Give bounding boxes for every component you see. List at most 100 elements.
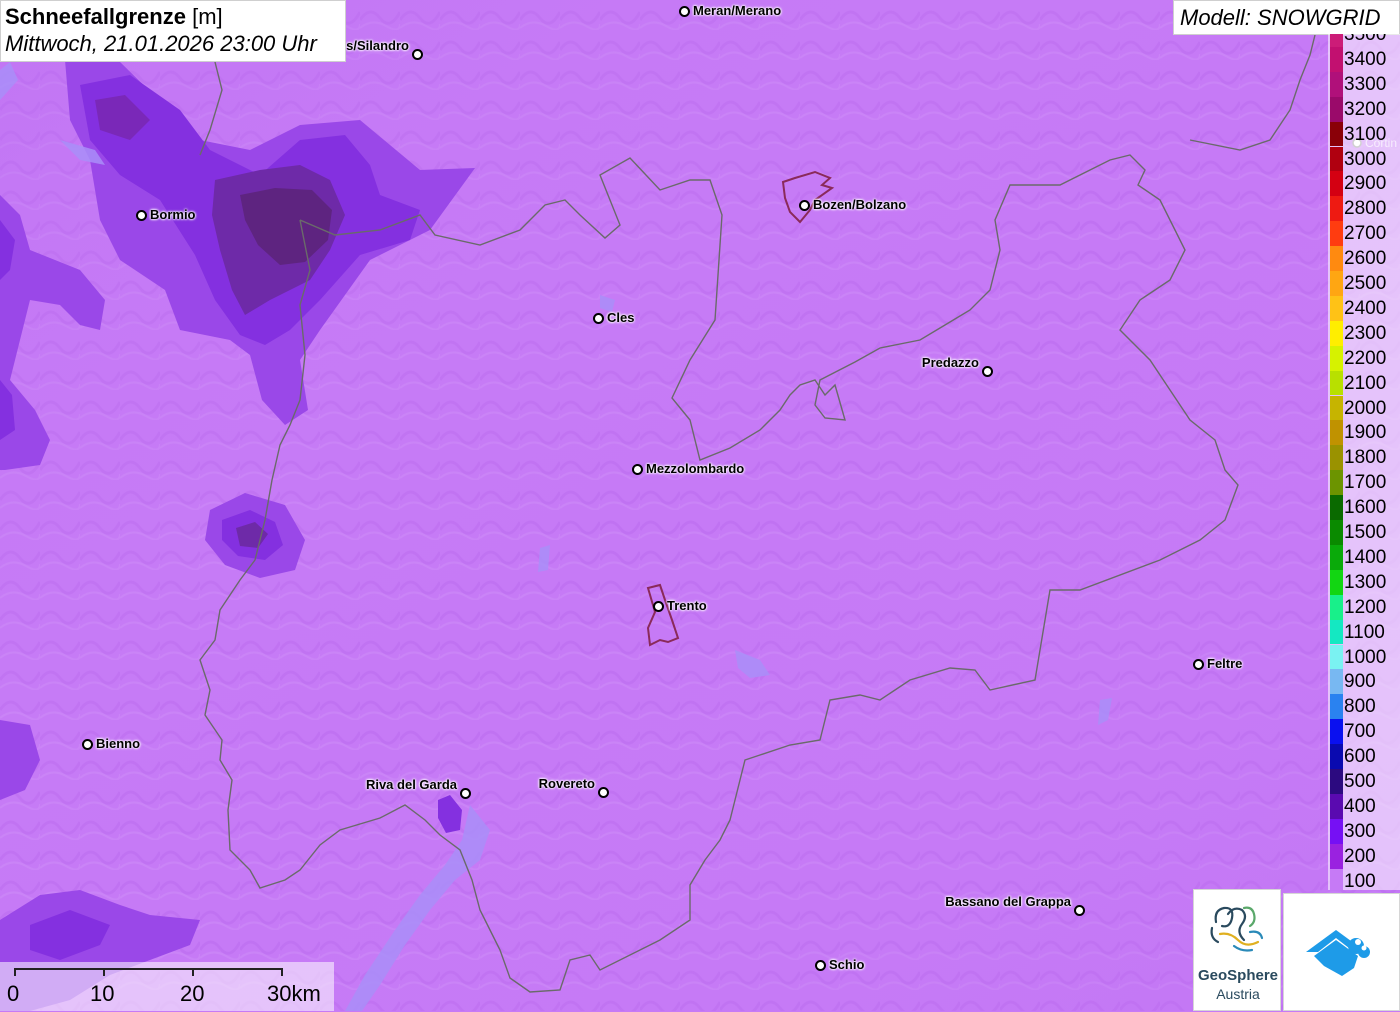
legend-row: 300 <box>1328 818 1400 844</box>
legend-row: 3400 <box>1328 46 1400 72</box>
city-dot-bassano-del-grappa <box>1074 905 1085 916</box>
legend-swatch <box>1330 769 1343 794</box>
city-label-s-silandro: s/Silandro <box>346 38 409 53</box>
legend-swatch <box>1330 594 1343 620</box>
legend-swatch <box>1330 868 1343 890</box>
city-label-bozen-bolzano: Bozen/Bolzano <box>813 197 907 212</box>
legend-label: 2300 <box>1344 322 1387 344</box>
legend-row: 1500 <box>1328 520 1400 545</box>
legend-swatch <box>1330 370 1343 396</box>
scale-tick <box>14 968 16 976</box>
city-dot-trento <box>653 601 664 612</box>
legend-swatch <box>1330 345 1343 371</box>
legend-label: 2100 <box>1344 372 1387 394</box>
scale-line <box>14 968 283 970</box>
legend-row: 500 <box>1328 769 1400 794</box>
legend-row: 2600 <box>1328 246 1400 271</box>
legend-label: 1100 <box>1344 621 1385 643</box>
legend-label: 900 <box>1344 671 1376 693</box>
legend-label: 1700 <box>1344 472 1387 494</box>
legend-row: 3100 <box>1328 121 1400 147</box>
legend-swatch <box>1330 171 1343 197</box>
legend-row: 600 <box>1328 744 1400 769</box>
snowgrid-arrow-icon <box>1306 930 1370 976</box>
legend-row: 3500 <box>1328 34 1400 47</box>
legend-label: 2000 <box>1344 397 1387 419</box>
legend-label: 1400 <box>1344 546 1387 568</box>
legend-swatch <box>1330 71 1343 97</box>
legend-label: 3100 <box>1344 123 1387 145</box>
legend-label: 400 <box>1344 795 1376 817</box>
scale-label-10: 10 <box>90 981 115 1006</box>
legend-row: 2100 <box>1328 370 1400 396</box>
city-dot-bormio <box>136 210 147 221</box>
legend-label: 200 <box>1344 845 1376 867</box>
legend-row: 1000 <box>1328 644 1400 670</box>
geosphere-name: GeoSphere <box>1197 967 1279 984</box>
legend-swatch <box>1330 295 1343 321</box>
legend-swatch <box>1330 520 1343 545</box>
legend-label: 700 <box>1344 721 1376 743</box>
city-label-bassano-del-grappa: Bassano del Grappa <box>945 894 1071 909</box>
legend-label: 3000 <box>1344 148 1387 170</box>
legend-label: 2400 <box>1344 297 1387 319</box>
legend-swatch <box>1330 495 1343 520</box>
city-dot-mezzolombardo <box>632 464 643 475</box>
legend-label: 3300 <box>1344 73 1387 95</box>
legend-row: 2000 <box>1328 395 1400 421</box>
legend-row: 1200 <box>1328 594 1400 620</box>
scale-label-30: 30km <box>267 981 321 1006</box>
legend-row: 800 <box>1328 694 1400 720</box>
map-datetime: Mittwoch, 21.01.2026 23:00 Uhr <box>5 31 317 56</box>
geosphere-logo[interactable]: GeoSphere Austria <box>1193 889 1281 1011</box>
legend-label: 300 <box>1344 820 1376 842</box>
legend-swatch <box>1330 271 1343 296</box>
legend-swatch <box>1330 96 1343 122</box>
city-dot-bienno <box>82 739 93 750</box>
legend-row: 3000 <box>1328 146 1400 172</box>
legend-row: 2300 <box>1328 320 1400 346</box>
legend-row: 1300 <box>1328 569 1400 595</box>
legend-row: 1400 <box>1328 544 1400 570</box>
legend-swatch <box>1330 420 1343 446</box>
legend-row: 3200 <box>1328 96 1400 122</box>
scale-tick <box>281 968 283 976</box>
city-dot-meran-merano <box>679 6 690 17</box>
city-dot-bozen-bolzano <box>799 200 810 211</box>
legend-row: 1900 <box>1328 420 1400 446</box>
city-dot-schio <box>815 960 826 971</box>
city-label-meran-merano: Meran/Merano <box>693 3 782 18</box>
title-box: Schneefallgrenze [m] Mittwoch, 21.01.202… <box>0 0 346 62</box>
legend-label: 1300 <box>1344 571 1387 593</box>
color-legend: 3500 3400 3300 3200 3100 3000 2900 2800 2700 2600… <box>1328 34 1400 890</box>
legend-row: 400 <box>1328 793 1400 819</box>
city-label-bienno: Bienno <box>96 736 141 751</box>
legend-swatch <box>1330 395 1343 421</box>
legend-swatch <box>1330 221 1343 247</box>
city-label-rovereto: Rovereto <box>538 776 595 791</box>
legend-row: 2700 <box>1328 221 1400 247</box>
city-label-schio: Schio <box>829 957 865 972</box>
city-label-predazzo: Predazzo <box>921 355 979 370</box>
map-canvas[interactable] <box>0 0 1400 1011</box>
legend-label: 500 <box>1344 771 1376 792</box>
legend-row: 2800 <box>1328 196 1400 222</box>
legend-swatch <box>1330 669 1343 695</box>
legend-row: 1700 <box>1328 470 1400 496</box>
city-label-trento: Trento <box>667 598 707 613</box>
legend-swatch <box>1330 146 1343 172</box>
scale-label-20: 20 <box>180 981 205 1006</box>
city-dot-rovereto <box>598 787 609 798</box>
city-label-riva-del-garda: Riva del Garda <box>365 777 457 792</box>
scale-label-0: 0 <box>7 981 20 1006</box>
legend-label: 1900 <box>1344 422 1387 444</box>
legend-label: 1500 <box>1344 522 1387 543</box>
legend-swatch <box>1330 34 1343 47</box>
legend-swatch <box>1330 544 1343 570</box>
legend-swatch <box>1330 619 1343 645</box>
legend-label: 2200 <box>1344 347 1387 369</box>
snowgrid-logo[interactable] <box>1283 893 1400 1011</box>
city-label-feltre: Feltre <box>1207 656 1243 671</box>
legend-label: 3400 <box>1344 48 1387 70</box>
legend-swatch <box>1330 46 1343 72</box>
